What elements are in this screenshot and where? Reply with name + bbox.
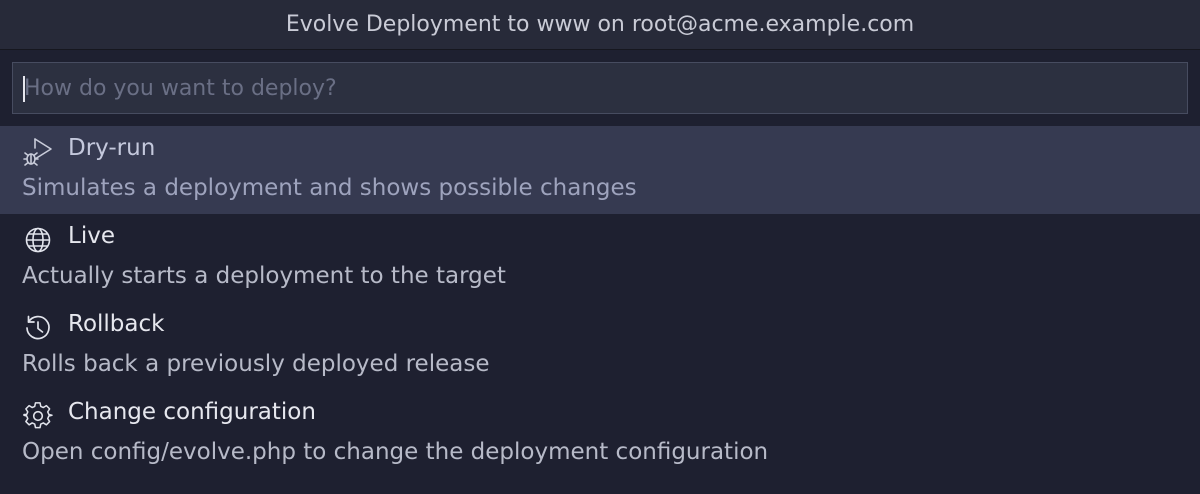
option-description: Actually starts a deployment to the targ… — [22, 263, 506, 289]
quick-pick-panel: Evolve Deployment to www on root@acme.ex… — [0, 0, 1200, 494]
options-list: Dry-run Simulates a deployment and shows… — [0, 126, 1200, 478]
option-label: Live — [68, 223, 115, 249]
option-change-configuration[interactable]: Change configuration Open config/evolve.… — [0, 390, 1200, 478]
option-live[interactable]: Live Actually starts a deployment to the… — [0, 214, 1200, 302]
search-input-container[interactable] — [12, 62, 1188, 114]
option-description: Rolls back a previously deployed release — [22, 351, 490, 377]
option-label: Dry-run — [68, 135, 156, 161]
gear-icon — [22, 400, 54, 432]
option-rollback[interactable]: Rollback Rolls back a previously deploye… — [0, 302, 1200, 390]
option-description: Open config/evolve.php to change the dep… — [22, 439, 769, 465]
option-label: Change configuration — [68, 399, 316, 425]
debug-run-icon — [22, 136, 54, 168]
search-input[interactable] — [24, 63, 1174, 113]
quick-pick-title-text: Evolve Deployment to www on root@acme.ex… — [285, 12, 915, 37]
option-label: Rollback — [68, 311, 165, 337]
option-dry-run[interactable]: Dry-run Simulates a deployment and shows… — [0, 126, 1200, 214]
option-description: Simulates a deployment and shows possibl… — [22, 175, 637, 201]
quick-pick-title: Evolve Deployment to www on root@acme.ex… — [0, 0, 1200, 50]
globe-icon — [22, 224, 54, 256]
history-icon — [22, 312, 54, 344]
